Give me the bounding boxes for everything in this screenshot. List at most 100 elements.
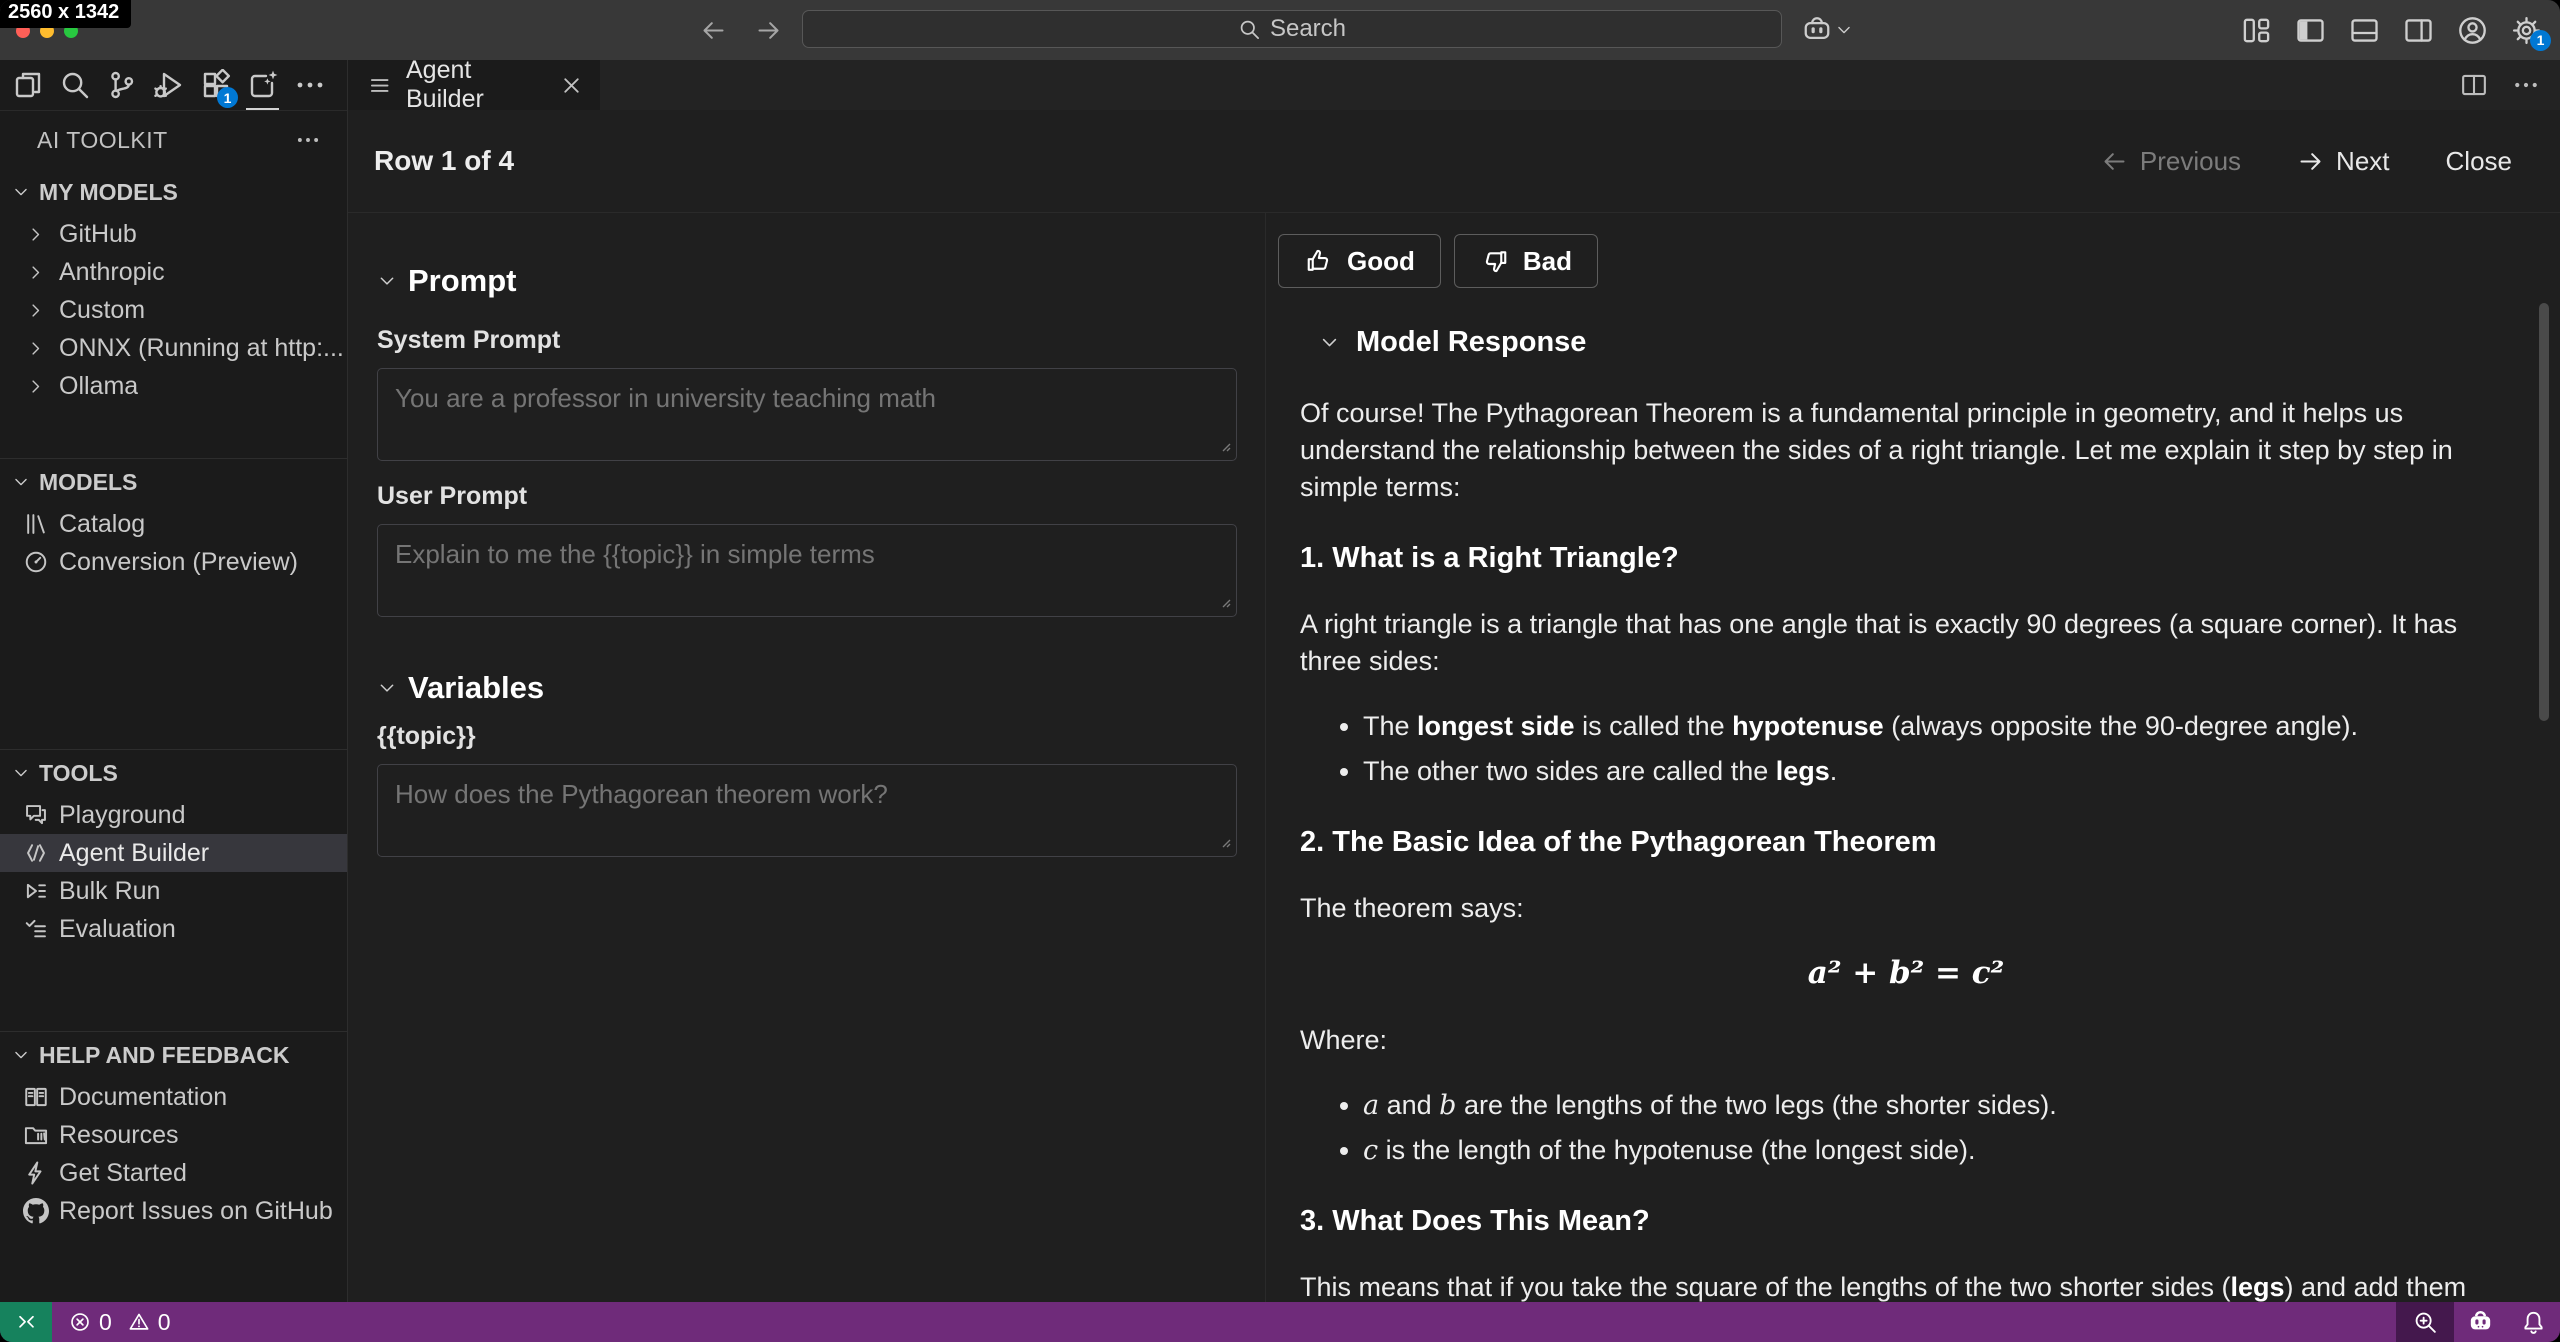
agent-icon xyxy=(22,840,49,866)
resize-grip-icon[interactable] xyxy=(1219,439,1231,457)
activity-more-views[interactable] xyxy=(286,60,333,110)
prompt-form-panel: Prompt System Prompt User Prompt Vari xyxy=(348,213,1266,1302)
resize-grip-icon[interactable] xyxy=(1219,835,1231,853)
sidebar-item-agent-builder[interactable]: Agent Builder xyxy=(0,834,347,872)
panel-bottom-icon xyxy=(2349,15,2380,46)
system-prompt-input[interactable] xyxy=(377,368,1237,461)
more-actions-icon[interactable] xyxy=(295,127,321,153)
more-actions-icon[interactable] xyxy=(2512,71,2540,99)
copilot-status[interactable] xyxy=(2454,1302,2506,1342)
activity-bar: 1 xyxy=(0,60,347,111)
problems-indicator[interactable]: 0 0 xyxy=(69,1309,171,1336)
resize-grip-icon[interactable] xyxy=(1219,595,1231,613)
chevron-down-icon xyxy=(1835,21,1853,39)
toggle-panel-button[interactable] xyxy=(2349,15,2380,46)
variable-name-label: {{topic}} xyxy=(377,722,1237,751)
toggle-secondary-sidebar-button[interactable] xyxy=(2403,15,2434,46)
thumbs-up-icon xyxy=(1304,246,1334,276)
more-icon xyxy=(294,69,326,101)
section-header[interactable]: HELP AND FEEDBACK xyxy=(0,1032,347,1078)
activity-run-debug[interactable] xyxy=(145,60,192,110)
sidebar-item-catalog[interactable]: Catalog xyxy=(0,505,347,543)
section-header[interactable]: TOOLS xyxy=(0,750,347,796)
chevron-down-icon xyxy=(12,473,30,491)
chevron-right-icon xyxy=(22,263,49,282)
arrow-left-icon xyxy=(2101,148,2128,175)
activity-explorer[interactable] xyxy=(4,60,51,110)
user-prompt-input[interactable] xyxy=(377,524,1237,617)
section-header[interactable]: MY MODELS xyxy=(0,169,347,215)
remote-icon xyxy=(15,1311,38,1334)
sidebar-item-resources[interactable]: Resources xyxy=(0,1116,347,1154)
accounts-button[interactable] xyxy=(2457,15,2488,46)
close-tab-icon[interactable] xyxy=(559,73,584,98)
sidebar-item-anthropic[interactable]: Anthropic xyxy=(0,253,347,291)
history-nav xyxy=(700,0,782,60)
response-p: The theorem says: xyxy=(1300,890,2512,927)
sidebar-item-bulk-run[interactable]: Bulk Run xyxy=(0,872,347,910)
sidebar-item-documentation[interactable]: Documentation xyxy=(0,1078,347,1116)
forward-arrow-icon[interactable] xyxy=(755,17,782,44)
sidebar-item-conversion-preview[interactable]: Conversion (Preview) xyxy=(0,543,347,581)
back-arrow-icon[interactable] xyxy=(700,17,727,44)
sidebar-item-get-started[interactable]: Get Started xyxy=(0,1154,347,1192)
sidebar-item-evaluation[interactable]: Evaluation xyxy=(0,910,347,948)
customize-layout-button[interactable] xyxy=(2241,15,2272,46)
activity-extensions[interactable]: 1 xyxy=(192,60,239,110)
sidebar-item-custom[interactable]: Custom xyxy=(0,291,347,329)
source-control-icon xyxy=(106,69,138,101)
notifications[interactable] xyxy=(2506,1302,2560,1342)
sidebar-item-report-issues-on-github[interactable]: Report Issues on GitHub xyxy=(0,1192,347,1230)
gauge-icon xyxy=(22,549,49,575)
model-response-heading: Model Response xyxy=(1356,326,1586,359)
zoom-indicator[interactable] xyxy=(2396,1302,2454,1342)
editor-content: Prompt System Prompt User Prompt Vari xyxy=(348,213,2560,1302)
chevron-down-icon xyxy=(377,678,397,698)
zap-icon xyxy=(22,1160,49,1186)
previous-label: Previous xyxy=(2140,146,2241,177)
feedback-buttons: Good Bad xyxy=(1278,234,2560,288)
command-center-search[interactable]: Search xyxy=(802,10,1782,48)
sidebar-section-help-and-feedback: HELP AND FEEDBACKDocumentationResourcesG… xyxy=(0,1031,347,1302)
system-prompt-label: System Prompt xyxy=(377,326,1237,355)
chevron-down-icon xyxy=(12,183,30,201)
copilot-menu[interactable] xyxy=(1802,0,1853,60)
split-editor-icon[interactable] xyxy=(2460,71,2488,99)
activity-source-control[interactable] xyxy=(98,60,145,110)
book-icon xyxy=(22,1084,49,1110)
activity-ai-toolkit[interactable] xyxy=(239,60,286,110)
sidebar-item-onnx-running-at-http[interactable]: ONNX (Running at http:... xyxy=(0,329,347,367)
tab-agent-builder[interactable]: Agent Builder xyxy=(348,60,600,110)
sidebar-title: AI TOOLKIT xyxy=(37,127,168,154)
good-button[interactable]: Good xyxy=(1278,234,1441,288)
scrollbar-thumb[interactable] xyxy=(2539,303,2549,721)
section-label: MY MODELS xyxy=(39,179,178,206)
section-header[interactable]: MODELS xyxy=(0,459,347,505)
variables-section-header[interactable]: Variables xyxy=(377,670,1237,706)
sidebar-left-icon xyxy=(2295,15,2326,46)
sidebar-item-label: Ollama xyxy=(59,372,138,401)
close-button[interactable]: Close xyxy=(2446,146,2512,177)
toggle-primary-sidebar-button[interactable] xyxy=(2295,15,2326,46)
remote-indicator[interactable] xyxy=(0,1302,52,1342)
sidebar-item-playground[interactable]: Playground xyxy=(0,796,347,834)
row-navigation-header: Row 1 of 4 Previous Next Close xyxy=(348,110,2560,213)
activity-search[interactable] xyxy=(51,60,98,110)
response-bullet: The longest side is called the hypotenus… xyxy=(1363,708,2512,745)
settings-button[interactable]: 1 xyxy=(2511,15,2542,46)
sidebar-item-ollama[interactable]: Ollama xyxy=(0,367,347,405)
sidebar-item-label: GitHub xyxy=(59,220,137,249)
next-row-button[interactable]: Next xyxy=(2297,146,2389,177)
debug-icon xyxy=(153,69,185,101)
response-p: Of course! The Pythagorean Theorem is a … xyxy=(1300,395,2512,506)
sidebar-item-github[interactable]: GitHub xyxy=(0,215,347,253)
model-response-section-header[interactable]: Model Response xyxy=(1319,326,2560,359)
variable-value-input[interactable] xyxy=(377,764,1237,857)
checklist-icon xyxy=(22,916,49,942)
bad-button[interactable]: Bad xyxy=(1454,234,1598,288)
row-indicator: Row 1 of 4 xyxy=(374,145,514,177)
response-bullet: a and b are the lengths of the two legs … xyxy=(1363,1087,2512,1124)
prompt-section-header[interactable]: Prompt xyxy=(377,263,1237,299)
previous-row-button[interactable]: Previous xyxy=(2101,146,2241,177)
titlebar-actions: 1 xyxy=(2241,0,2542,60)
